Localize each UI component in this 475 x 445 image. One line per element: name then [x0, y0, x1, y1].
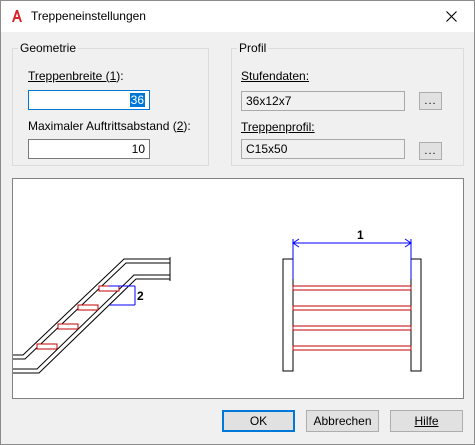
tread-data-browse-button[interactable]: ... [419, 92, 442, 110]
max-tread-distance-label-suffix: ): [183, 119, 191, 133]
window-title: Treppeneinstellungen [31, 9, 146, 23]
stair-profile-browse-button[interactable]: ... [419, 142, 442, 160]
close-icon [446, 11, 457, 22]
stair-width-label-suffix: ): [116, 69, 124, 83]
help-button-label: Hilfe [414, 414, 439, 428]
side-tread [77, 304, 99, 311]
max-tread-distance-input[interactable]: 10 [28, 139, 150, 159]
autocad-app-icon [10, 9, 24, 23]
side-view-treads [36, 285, 120, 350]
left-stringer [282, 258, 294, 372]
stair-front-view [282, 258, 422, 372]
front-tread [292, 325, 412, 331]
side-tread [36, 343, 58, 350]
dimension-1-lines [292, 238, 412, 279]
stair-width-input[interactable]: 36 [28, 90, 150, 110]
stair-preview-panel: 2 1 [12, 178, 464, 399]
ok-button[interactable]: OK [222, 410, 295, 432]
dimension-1-label: 1 [357, 228, 364, 242]
front-tread [292, 345, 412, 351]
stair-profile-field: C15x50 [241, 139, 405, 159]
profile-group-title: Profil [237, 41, 269, 55]
side-tread [57, 323, 79, 330]
front-tread [292, 305, 412, 311]
stringer-bottom-line-2 [13, 278, 170, 374]
tread-data-label: Stufendaten: [241, 69, 309, 83]
stair-width-value: 36 [129, 93, 145, 107]
tread-data-field: 36x12x7 [241, 91, 405, 111]
stair-profile-label: Treppenprofil: [241, 120, 315, 134]
stair-profile-label-text: Treppenprofil: [241, 120, 315, 134]
stair-side-view [13, 257, 171, 374]
max-tread-distance-label: Maximaler Auftrittsabstand (2): [28, 119, 191, 133]
tread-data-label-text: Stufendaten: [241, 69, 310, 83]
front-tread [292, 285, 412, 291]
stair-preview-drawing: 2 1 [13, 228, 422, 374]
geometry-group-title: Geometrie [18, 41, 79, 55]
tread-data-value: 36x12x7 [246, 94, 292, 108]
title-bar: Treppeneinstellungen [1, 1, 474, 32]
stair-width-label-prefix: Treppenbreite ( [28, 69, 110, 83]
max-tread-distance-value: 10 [131, 142, 145, 156]
cancel-button[interactable]: Abbrechen [306, 410, 379, 432]
dialog-window: Treppeneinstellungen Geometrie Treppenbr… [0, 0, 475, 445]
max-tread-distance-label-prefix: Maximaler Auftrittsabstand ( [28, 119, 177, 133]
close-button[interactable] [429, 1, 474, 32]
dimension-2-label: 2 [137, 289, 144, 303]
help-button[interactable]: Hilfe [390, 410, 463, 432]
stair-width-label: Treppenbreite (1): [28, 69, 124, 83]
stair-profile-value: C15x50 [246, 142, 288, 156]
right-stringer [410, 258, 422, 372]
side-tread [98, 285, 120, 292]
